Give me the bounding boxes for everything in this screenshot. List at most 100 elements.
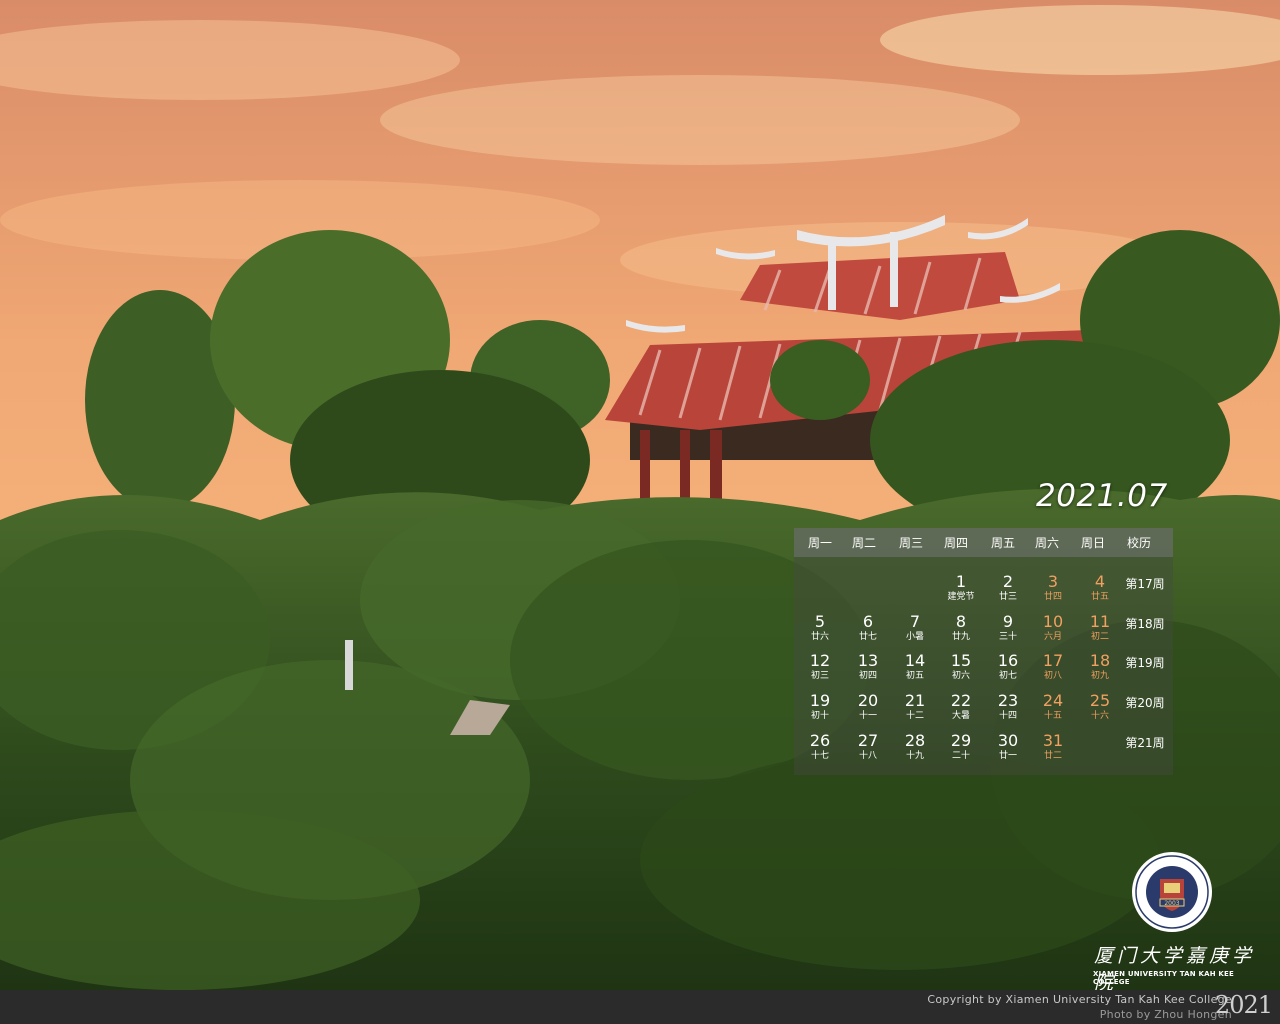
lunar-label: 十一	[858, 711, 877, 721]
weekday-label: 周一	[807, 536, 832, 550]
lunar-label: 大暑	[951, 711, 970, 721]
lunar-label: 初九	[1090, 671, 1109, 681]
lunar-label: 廿四	[1043, 592, 1062, 602]
calendar-day-cell: 19 初十	[797, 692, 843, 728]
lunar-label: 十四	[998, 711, 1017, 721]
calendar-day-cell: 7 小暑	[892, 613, 938, 649]
day-number: 2	[1002, 572, 1014, 591]
calendar-day-cell: 29 二十	[938, 732, 984, 768]
day-number: 1	[955, 572, 967, 591]
calendar-day-cell: 20 十一	[845, 692, 891, 728]
lunar-label: 二十	[951, 751, 970, 761]
calendar-day-cell: 27 十八	[845, 732, 891, 768]
lunar-label: 十八	[858, 751, 877, 761]
day-number: 10	[1042, 612, 1064, 631]
lunar-label: 六月	[1043, 632, 1062, 642]
day-number: 9	[1002, 612, 1014, 631]
school-name-cn: 厦门大学嘉庚学院	[1094, 945, 1256, 994]
day-number: 12	[809, 651, 831, 670]
lunar-label: 初二	[1090, 632, 1109, 642]
lunar-label: 初七	[998, 671, 1017, 681]
emblem-year: 2003	[1164, 900, 1179, 907]
calendar-day-cell: 12 初三	[797, 652, 843, 688]
calendar-day-cell: 6 廿七	[845, 613, 891, 649]
calendar-day-cell: 22 大暑	[938, 692, 984, 728]
school-name-en: XIAMEN UNIVERSITY TAN KAH KEE COLLEGE	[1093, 970, 1234, 986]
day-number: 6	[862, 612, 874, 631]
lunar-label: 廿五	[1090, 592, 1109, 602]
calendar-day-cell: 16 初七	[985, 652, 1031, 688]
school-emblem-icon: 2003	[1131, 851, 1213, 933]
lunar-label: 三十	[998, 632, 1017, 642]
day-number: 5	[814, 612, 826, 631]
footer-year: 2021	[1214, 991, 1273, 1019]
day-number: 3	[1047, 572, 1059, 591]
weekday-label: 周五	[990, 536, 1015, 550]
weekday-label: 周日	[1080, 536, 1105, 550]
school-week-label: 第20周	[1125, 696, 1165, 710]
day-number: 31	[1042, 731, 1064, 750]
calendar-day-cell: 1 建党节	[938, 573, 984, 609]
lunar-label: 初五	[905, 671, 924, 681]
calendar-day-cell: 25 十六	[1077, 692, 1123, 728]
lunar-label: 初四	[858, 671, 877, 681]
calendar-day-cell: 5 廿六	[797, 613, 843, 649]
calendar-day-cell: 24 十五	[1030, 692, 1076, 728]
day-number: 29	[950, 731, 972, 750]
school-week-label: 第19周	[1125, 656, 1165, 670]
copyright-text: Copyright by Xiamen University Tan Kah K…	[927, 993, 1232, 1006]
lunar-label: 十二	[905, 711, 924, 721]
lunar-label: 廿一	[998, 751, 1017, 761]
day-number: 22	[950, 691, 972, 710]
day-number: 25	[1089, 691, 1111, 710]
calendar-day-cell: 28 十九	[892, 732, 938, 768]
lunar-label: 十六	[1090, 711, 1109, 721]
school-week-label: 第18周	[1125, 617, 1165, 631]
day-number: 20	[857, 691, 879, 710]
lunar-label: 廿七	[858, 632, 877, 642]
calendar-day-cell: 13 初四	[845, 652, 891, 688]
school-week-label: 第17周	[1125, 577, 1165, 591]
calendar-day-cell: 3 廿四	[1030, 573, 1076, 609]
lunar-label: 小暑	[905, 632, 924, 642]
lunar-label: 建党节	[947, 592, 975, 602]
day-number: 14	[904, 651, 926, 670]
calendar-month-title: 2021.07	[1036, 478, 1168, 514]
weekday-label: 周二	[851, 536, 876, 550]
day-number: 8	[955, 612, 967, 631]
day-number: 28	[904, 731, 926, 750]
weekday-label: 校历	[1126, 536, 1151, 550]
lunar-label: 十七	[810, 751, 829, 761]
calendar-day-cell: 14 初五	[892, 652, 938, 688]
lunar-label: 十五	[1043, 711, 1062, 721]
footer-bar: Copyright by Xiamen University Tan Kah K…	[0, 990, 1280, 1024]
lunar-label: 初三	[810, 671, 829, 681]
day-number: 19	[809, 691, 831, 710]
calendar-day-cell: 31 廿二	[1030, 732, 1076, 768]
calendar-day-cell: 2 廿三	[985, 573, 1031, 609]
day-number: 18	[1089, 651, 1111, 670]
day-number: 16	[997, 651, 1019, 670]
day-number: 21	[904, 691, 926, 710]
lunar-label: 初六	[951, 671, 970, 681]
lunar-label: 廿六	[810, 632, 829, 642]
calendar-day-cell: 23 十四	[985, 692, 1031, 728]
calendar-day-cell: 21 十二	[892, 692, 938, 728]
calendar-day-cell: 4 廿五	[1077, 573, 1123, 609]
calendar-day-cell: 11 初二	[1077, 613, 1123, 649]
day-number: 11	[1089, 612, 1111, 631]
calendar-day-cell: 18 初九	[1077, 652, 1123, 688]
day-number: 27	[857, 731, 879, 750]
day-number: 7	[909, 612, 921, 631]
day-number: 26	[809, 731, 831, 750]
calendar-weekday-header: 周一 周二 周三 周四 周五 周六 周日 校历	[794, 528, 1173, 557]
calendar-day-cell: 8 廿九	[938, 613, 984, 649]
weekday-label: 周四	[943, 536, 968, 550]
calendar-panel: 周一 周二 周三 周四 周五 周六 周日 校历 1 建党节 2 廿三 3 廿四 4 廿五 第17…	[794, 528, 1173, 775]
day-number: 24	[1042, 691, 1064, 710]
day-number: 17	[1042, 651, 1064, 670]
calendar-day-cell: 26 十七	[797, 732, 843, 768]
day-number: 15	[950, 651, 972, 670]
lunar-label: 十九	[905, 751, 924, 761]
day-number: 30	[997, 731, 1019, 750]
